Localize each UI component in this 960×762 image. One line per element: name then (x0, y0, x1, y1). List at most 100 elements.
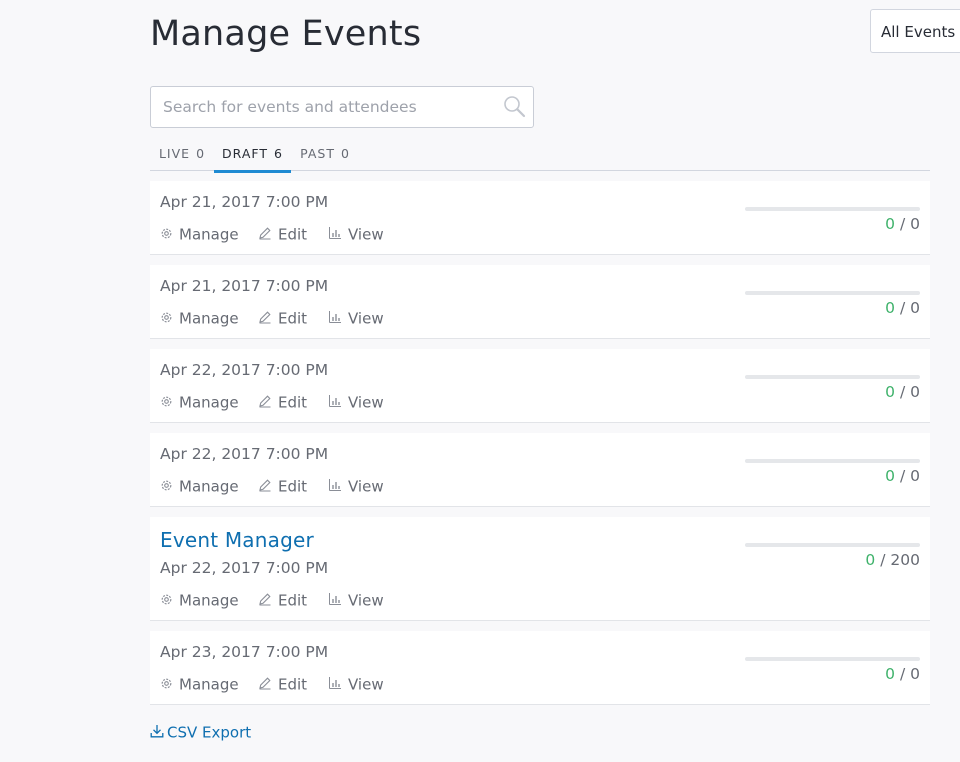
view-label: View (348, 591, 384, 610)
event-date: Apr 21, 2017 7:00 PM (160, 193, 329, 211)
view-button[interactable]: View (328, 309, 384, 329)
sales-progress-bar (745, 207, 920, 211)
view-button[interactable]: View (328, 477, 384, 497)
edit-button[interactable]: Edit (258, 393, 307, 413)
tickets-sold: 0 (865, 551, 876, 569)
pencil-icon (258, 676, 272, 694)
manage-events-page: Manage Events All Events LIVE 0 DRAFT 6 PA… (0, 0, 960, 762)
pencil-icon (258, 310, 272, 328)
edit-label: Edit (278, 591, 308, 610)
tickets-sold-ratio: 0 / 0 (885, 665, 920, 683)
manage-button[interactable]: Manage (160, 309, 239, 329)
tickets-sold: 0 (885, 467, 896, 485)
tickets-sold: 0 (885, 299, 896, 317)
ratio-separator: / (880, 551, 886, 569)
view-label: View (348, 393, 384, 412)
manage-button[interactable]: Manage (160, 477, 239, 497)
view-button[interactable]: View (328, 225, 384, 245)
sales-progress-bar (745, 543, 920, 547)
event-card: Apr 21, 2017 7:00 PM Manage Edit View 0 … (150, 265, 930, 339)
edit-button[interactable]: Edit (258, 675, 307, 695)
sales-progress-bar (745, 459, 920, 463)
edit-button[interactable]: Edit (258, 591, 307, 611)
event-status-tabs: LIVE 0 DRAFT 6 PAST 0 (150, 140, 930, 173)
manage-label: Manage (179, 225, 239, 244)
tickets-sold: 0 (885, 215, 896, 233)
chart-icon (328, 226, 342, 244)
view-button[interactable]: View (328, 393, 384, 413)
event-card: Apr 23, 2017 7:00 PM Manage Edit View 0 … (150, 631, 930, 705)
chart-icon (328, 592, 342, 610)
sales-progress-bar (745, 375, 920, 379)
tab-past-count: 0 (340, 146, 350, 161)
event-date: Apr 21, 2017 7:00 PM (160, 277, 329, 295)
pencil-icon (258, 478, 272, 496)
chart-icon (328, 676, 342, 694)
gear-icon (160, 676, 173, 694)
gear-icon (160, 592, 173, 610)
edit-label: Edit (278, 225, 308, 244)
tickets-sold-ratio: 0 / 200 (865, 551, 920, 569)
pencil-icon (258, 394, 272, 412)
manage-button[interactable]: Manage (160, 393, 239, 413)
tab-live[interactable]: LIVE 0 (150, 140, 214, 171)
csv-export-link[interactable]: CSV Export (150, 723, 251, 742)
gear-icon (160, 394, 173, 412)
ticket-capacity: 0 (910, 383, 920, 401)
edit-button[interactable]: Edit (258, 225, 307, 245)
view-label: View (348, 309, 384, 328)
chart-icon (328, 478, 342, 496)
chart-icon (328, 310, 342, 328)
event-filter-select[interactable]: All Events (870, 9, 960, 53)
ticket-capacity: 200 (890, 551, 920, 569)
event-card: Event Manager Apr 22, 2017 7:00 PM Manag… (150, 517, 930, 621)
manage-button[interactable]: Manage (160, 591, 239, 611)
manage-label: Manage (179, 675, 239, 694)
tab-draft-label: DRAFT (222, 146, 268, 161)
event-date: Apr 23, 2017 7:00 PM (160, 643, 329, 661)
tickets-sold-ratio: 0 / 0 (885, 467, 920, 485)
event-date: Apr 22, 2017 7:00 PM (160, 361, 329, 379)
gear-icon (160, 310, 173, 328)
tab-live-count: 0 (196, 146, 206, 161)
edit-button[interactable]: Edit (258, 309, 307, 329)
tab-live-label: LIVE (158, 146, 191, 161)
view-label: View (348, 477, 384, 496)
event-filter-selected: All Events (881, 23, 956, 41)
tickets-sold-ratio: 0 / 0 (885, 383, 920, 401)
event-card: Apr 22, 2017 7:00 PM Manage Edit View 0 … (150, 349, 930, 423)
tickets-sold: 0 (885, 383, 896, 401)
ratio-separator: / (899, 299, 906, 317)
tickets-sold: 0 (885, 665, 896, 683)
search-icon[interactable] (502, 94, 528, 124)
edit-label: Edit (278, 309, 308, 328)
gear-icon (160, 226, 173, 244)
edit-label: Edit (278, 477, 308, 496)
search-input[interactable] (151, 87, 491, 127)
sales-progress-bar (745, 657, 920, 661)
csv-export-label: CSV Export (167, 723, 252, 742)
tickets-sold-ratio: 0 / 0 (885, 215, 920, 233)
tickets-sold-ratio: 0 / 0 (885, 299, 920, 317)
manage-label: Manage (179, 393, 239, 412)
view-label: View (348, 225, 384, 244)
sales-progress-bar (745, 291, 920, 295)
view-button[interactable]: View (328, 591, 384, 611)
ticket-capacity: 0 (910, 215, 920, 233)
edit-button[interactable]: Edit (258, 477, 307, 497)
ratio-separator: / (899, 665, 906, 683)
edit-label: Edit (278, 675, 308, 694)
manage-label: Manage (179, 477, 239, 496)
ticket-capacity: 0 (910, 299, 920, 317)
tab-past[interactable]: PAST 0 (291, 140, 359, 171)
event-name-link[interactable]: Event Manager (160, 528, 314, 552)
tab-draft[interactable]: DRAFT 6 (214, 140, 291, 173)
ratio-separator: / (899, 467, 906, 485)
manage-button[interactable]: Manage (160, 675, 239, 695)
event-date: Apr 22, 2017 7:00 PM (160, 559, 329, 577)
pencil-icon (258, 592, 272, 610)
manage-button[interactable]: Manage (160, 225, 239, 245)
event-date: Apr 22, 2017 7:00 PM (160, 445, 329, 463)
view-button[interactable]: View (328, 675, 384, 695)
ticket-capacity: 0 (910, 665, 920, 683)
